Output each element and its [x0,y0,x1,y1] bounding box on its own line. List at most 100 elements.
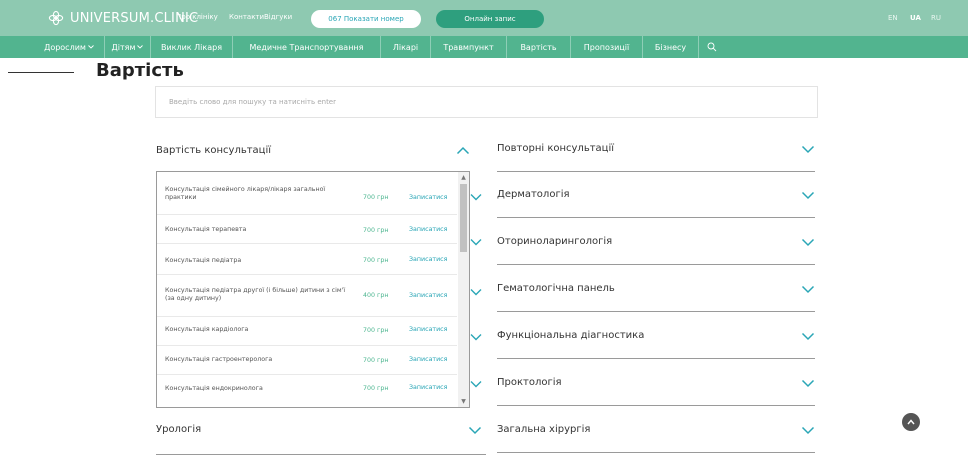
nav-item-medical-transport[interactable]: Медичне Транспортування [232,36,380,58]
service-name: Консультація терапевта [165,226,247,233]
accordion-consultations[interactable]: Вартість консультації [156,130,474,176]
price-search-input[interactable] [156,87,817,117]
nav-item-business[interactable]: Бізнесу [642,36,698,58]
chevron-down-icon[interactable] [801,426,815,435]
accordion-divider [497,405,815,406]
signup-link[interactable]: Записатися [409,384,447,391]
signup-link[interactable]: Записатися [409,356,447,363]
scroll-thumb[interactable] [460,184,467,252]
chevron-down-icon[interactable] [801,332,815,341]
service-price: 700 грн [363,385,389,392]
chevron-down-icon [470,239,482,246]
accordion-title: Гематологічна панель [497,283,615,294]
accordion-proctology[interactable]: Проктологія [497,360,815,406]
signup-link[interactable]: Записатися [409,226,447,233]
chevron-down-icon[interactable] [468,426,482,435]
nav-item-doctors[interactable]: Лікарі [380,36,430,58]
search-icon [707,42,716,52]
chevron-down-icon [470,381,482,388]
accordion-dermatology[interactable]: Дерматологія [497,172,815,218]
accordion-divider [497,311,815,312]
logo-icon [48,10,64,26]
accordion-divider [497,217,815,218]
title-decoration-line [8,72,74,73]
accordion-title: Повторні консультації [497,143,615,154]
service-name: Консультація педіатра другої (і більше) … [165,287,346,302]
service-name: Консультація кардіолога [165,326,249,333]
nav-item-trauma[interactable]: Травмпункт [430,36,506,58]
nav-item-label: Пропозиції [583,42,630,52]
accordion-general-surgery[interactable]: Загальна хірургія [497,407,815,453]
link-contacts[interactable]: Контакти [229,13,264,21]
service-price: 700 грн [363,194,389,201]
accordion-title: Урологія [156,424,202,435]
service-name: Консультація ендокринолога [165,385,263,392]
signup-link[interactable]: Записатися [409,194,447,201]
chevron-down-icon[interactable] [801,191,815,200]
accordion-divider [497,452,815,453]
chevron-down-icon [470,289,482,296]
main-nav: Дорослим Дітям Виклик Лікаря Медичне Тра… [0,36,968,58]
nav-item-doctor-call[interactable]: Виклик Лікаря [150,36,232,58]
top-bar: UNIVERSUM.CLINIC Про клініку Контакти Ві… [0,0,968,36]
chevron-up-icon[interactable] [456,146,470,155]
accordion-title: Проктологія [497,377,562,388]
accordion-title: Дерматологія [497,189,570,200]
nav-item-offers[interactable]: Пропозиції [570,36,642,58]
nav-item-label: Вартість [520,42,557,52]
show-phone-button[interactable]: 067 Показати номер [311,10,421,28]
chevron-down-icon [470,334,482,341]
nav-item-prices[interactable]: Вартість [506,36,570,58]
price-row: Консультація терапевта 700 грн Записатис… [157,215,457,244]
accordion-title: Вартість консультації [156,145,272,156]
nav-item-label: Дітям [111,42,136,52]
accordion-title: Оториноларингологія [497,236,613,247]
chevron-down-icon[interactable] [801,379,815,388]
price-row: Консультація сімейного лікаря/лікаря заг… [157,172,457,215]
accordion-hematology-panel[interactable]: Гематологічна панель [497,266,815,312]
chevron-down-icon [88,45,94,49]
nav-item-adults[interactable]: Дорослим [34,36,104,58]
scroll-up-arrow-icon[interactable]: ▲ [460,174,467,181]
price-row: Консультація кардіолога 700 грн Записати… [157,317,457,346]
link-reviews[interactable]: Відгуки [264,13,292,21]
lang-ua[interactable]: UA [910,14,921,22]
chevron-down-icon [470,194,482,201]
link-about-clinic[interactable]: Про клініку [176,13,218,21]
chevron-down-icon[interactable] [801,238,815,247]
service-price: 700 грн [363,227,389,234]
signup-link[interactable]: Записатися [409,326,447,333]
accordion-otorhinolaryngology[interactable]: Оториноларингологія [497,219,815,265]
scroll-to-top-button[interactable] [902,413,920,431]
page-title: Вартість [96,60,184,81]
scroll-down-arrow-icon[interactable]: ▼ [460,398,467,405]
service-price: 700 грн [363,327,389,334]
accordion-title: Функціональна діагностика [497,330,645,341]
service-name: Консультація педіатра [165,257,242,264]
accordion-repeat-consultations[interactable]: Повторні консультації [497,126,815,172]
chevron-down-icon[interactable] [801,145,815,154]
price-row: Консультація гастроентеролога 700 грн За… [157,346,457,375]
lang-ru[interactable]: RU [931,14,941,22]
chevron-down-icon[interactable] [801,285,815,294]
signup-link[interactable]: Записатися [409,292,447,299]
scrollbar[interactable]: ▲ ▼ [458,172,469,407]
service-name: Консультація сімейного лікаря/лікаря заг… [165,186,326,201]
online-booking-button[interactable]: Онлайн запис [436,10,544,28]
accordion-divider [497,358,815,359]
lang-en[interactable]: EN [888,14,898,22]
nav-item-children[interactable]: Дітям [104,36,150,58]
nav-item-label: Дорослим [44,42,86,52]
accordion-functional-diagnostics[interactable]: Функціональна діагностика [497,313,815,359]
nav-item-label: Травмпункт [443,42,494,52]
nav-item-label: Бізнесу [654,42,687,52]
chevron-up-icon [907,419,915,425]
service-price: 700 грн [363,357,389,364]
accordion-urology[interactable]: Урологія [156,409,486,455]
nav-search-button[interactable] [698,36,724,58]
nav-item-label: Виклик Лікаря [160,42,223,52]
chevron-down-icon [137,45,144,49]
nav-item-label: Лікарі [392,42,419,52]
signup-link[interactable]: Записатися [409,256,447,263]
consultation-price-list: Консультація сімейного лікаря/лікаря заг… [156,171,470,408]
